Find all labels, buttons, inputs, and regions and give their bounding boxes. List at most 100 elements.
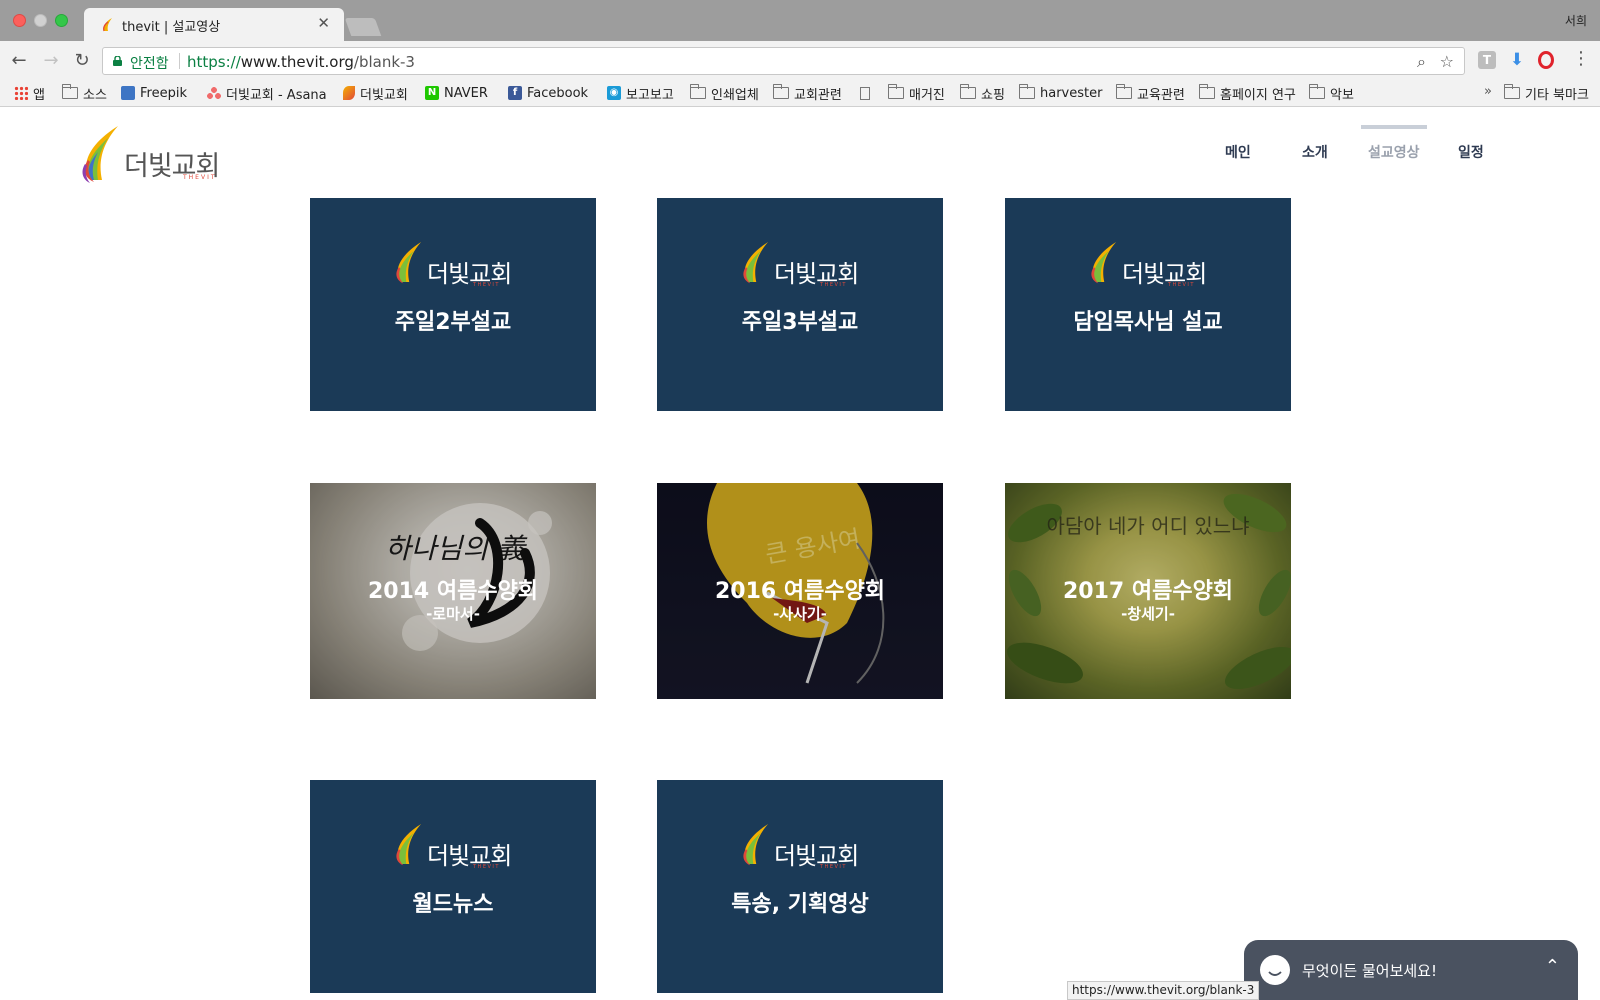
smile-icon (1268, 971, 1282, 976)
card-logo-subtext: THEVIT (473, 282, 500, 288)
bookmark-label: 앱 (33, 87, 45, 103)
bookmarks-overflow-icon[interactable]: » (1484, 84, 1492, 99)
active-nav-indicator (1361, 125, 1427, 129)
folder-icon (888, 84, 904, 99)
card-title: 특송, 기획영상 (731, 892, 869, 917)
profile-name[interactable]: 서희 (1565, 12, 1587, 29)
window-close-button[interactable] (13, 14, 26, 27)
thevit-favicon-icon (343, 86, 355, 100)
browser-tab-active[interactable]: thevit | 설교영상 ✕ (84, 8, 344, 41)
nav-about[interactable]: 소개 (1302, 142, 1328, 162)
browser-menu-icon[interactable]: ⋮ (1572, 49, 1590, 69)
bookmark-folder[interactable]: 매거진 (888, 84, 945, 103)
zoom-icon[interactable]: ⌕ (1417, 52, 1426, 72)
bookmark-document[interactable] (860, 84, 875, 102)
flame-logo-icon (396, 242, 422, 284)
world-news-card[interactable]: 더빛교회 THEVIT 월드뉴스 (310, 780, 596, 993)
card-logo: 더빛교회 THEVIT (1088, 238, 1208, 288)
sermon-card-sunday3[interactable]: 더빛교회 THEVIT 주일3부설교 (657, 198, 943, 411)
bookmark-label: 교육관련 (1137, 87, 1185, 103)
card-title: 2014 여름수양회 (367, 579, 539, 604)
bookmark-label: 더빛교회 (360, 87, 408, 103)
asana-icon (207, 87, 221, 99)
window-maximize-button[interactable] (55, 14, 68, 27)
bookmark-folder[interactable]: 소스 (62, 84, 107, 103)
bookmark-freepik[interactable]: Freepik (121, 84, 187, 102)
bogobogo-icon: ◉ (607, 86, 621, 100)
card-title: 월드뉴스 (412, 892, 494, 917)
bookmark-apps[interactable]: 앱 (14, 84, 45, 103)
special-videos-card[interactable]: 더빛교회 THEVIT 특송, 기획영상 (657, 780, 943, 993)
url-text[interactable]: https://www.thevit.org/blank-3 (187, 53, 415, 71)
browser-toolbar: ← → ↻ 안전함 https://www.thevit.org/blank-3… (0, 41, 1600, 80)
naver-icon: N (425, 86, 439, 100)
site-logo[interactable]: 더빛교회 THEVIT (80, 122, 230, 184)
download-extension-icon[interactable]: ⬇ (1508, 51, 1526, 69)
facebook-icon: f (508, 86, 522, 100)
secure-label: 안전함 (130, 56, 169, 72)
url-scheme: https:// (187, 53, 241, 71)
folder-icon (62, 84, 78, 99)
bookmark-other[interactable]: 기타 북마크 (1504, 84, 1589, 103)
card-logo-subtext: THEVIT (473, 864, 500, 870)
chat-widget[interactable]: 무엇이든 물어보세요! ⌃ (1244, 940, 1578, 1000)
flame-logo-icon (1091, 242, 1117, 284)
bookmark-folder[interactable]: harvester (1019, 84, 1102, 102)
web-page: 더빛교회 THEVIT 메인 소개 설교영상 일정 더빛교회 THEVIT 주일… (0, 108, 1600, 1000)
card-logo-subtext: THEVIT (820, 282, 847, 288)
bookmark-folder[interactable]: 악보 (1309, 84, 1354, 103)
tab-close-icon[interactable]: ✕ (317, 14, 330, 32)
url-host: www.thevit.org (240, 53, 354, 71)
bookmark-bogobogo[interactable]: ◉ 보고보고 (607, 84, 674, 103)
tab-title: thevit | 설교영상 (122, 20, 221, 35)
folder-icon (690, 84, 706, 99)
nav-sermon-videos[interactable]: 설교영상 (1368, 142, 1420, 162)
apps-grid-icon (14, 86, 28, 100)
forward-arrow-icon[interactable]: → (40, 50, 62, 72)
card-subtitle: -창세기- (1121, 605, 1175, 623)
opera-extension-icon[interactable] (1538, 51, 1554, 69)
chevron-up-icon[interactable]: ⌃ (1545, 956, 1560, 977)
card-title: 담임목사님 설교 (1073, 310, 1223, 335)
freepik-icon (121, 86, 135, 100)
bookmark-star-icon[interactable]: ☆ (1440, 52, 1454, 71)
bookmark-folder[interactable]: 인쇄업체 (690, 84, 759, 103)
bookmark-naver[interactable]: N NAVER (425, 84, 488, 102)
bookmark-label: Facebook (527, 85, 589, 101)
bookmark-label: 쇼핑 (981, 87, 1005, 103)
bookmark-label: 교회관련 (794, 87, 842, 103)
bookmark-label: harvester (1040, 85, 1103, 101)
nav-schedule[interactable]: 일정 (1458, 142, 1484, 162)
bookmark-facebook[interactable]: f Facebook (508, 84, 588, 102)
bookmark-label: Freepik (140, 85, 187, 101)
bookmark-label: 소스 (83, 87, 107, 103)
chat-prompt[interactable]: 무엇이든 물어보세요! (1302, 960, 1437, 981)
retreat-card-2014[interactable]: 하나님의 義 2014 여름수양회 -로마서- (310, 483, 596, 699)
card-subtitle: -로마서- (426, 605, 480, 623)
retreat-card-2017[interactable]: 아담아 네가 어디 있느냐 2017 여름수양회 -창세기- (1005, 483, 1291, 699)
retreat-card-2016[interactable]: 큰 용사여 2016 여름수양회 -사사기- (657, 483, 943, 699)
bookmark-asana[interactable]: 더빛교회 - Asana (207, 84, 327, 103)
bookmark-folder[interactable]: 교회관련 (773, 84, 842, 103)
address-divider (179, 53, 180, 69)
bookmark-folder[interactable]: 홈페이지 연구 (1199, 84, 1296, 103)
address-bar[interactable]: 안전함 https://www.thevit.org/blank-3 ⌕ ☆ (102, 47, 1465, 75)
chat-avatar-icon (1260, 955, 1290, 985)
extension-t-icon[interactable]: T (1478, 51, 1496, 69)
sermon-card-sunday2[interactable]: 더빛교회 THEVIT 주일2부설교 (310, 198, 596, 411)
new-tab-button[interactable] (344, 18, 382, 36)
site-logo-subtext: THEVIT (183, 174, 217, 181)
window-minimize-button[interactable] (34, 14, 47, 27)
sermon-card-senior-pastor[interactable]: 더빛교회 THEVIT 담임목사님 설교 (1005, 198, 1291, 411)
bookmark-thevit[interactable]: 더빛교회 (343, 84, 408, 103)
back-arrow-icon[interactable]: ← (8, 50, 30, 72)
card-logo-subtext: THEVIT (820, 864, 847, 870)
bookmark-folder[interactable]: 쇼핑 (960, 84, 1005, 103)
card-title: 주일2부설교 (394, 310, 512, 335)
folder-icon (1504, 84, 1520, 99)
reload-icon[interactable]: ↻ (71, 50, 93, 72)
bookmark-folder[interactable]: 교육관련 (1116, 84, 1185, 103)
nav-main[interactable]: 메인 (1225, 142, 1251, 162)
card-title: 2017 여름수양회 (1062, 579, 1234, 604)
bookmark-label: 인쇄업체 (711, 87, 759, 103)
